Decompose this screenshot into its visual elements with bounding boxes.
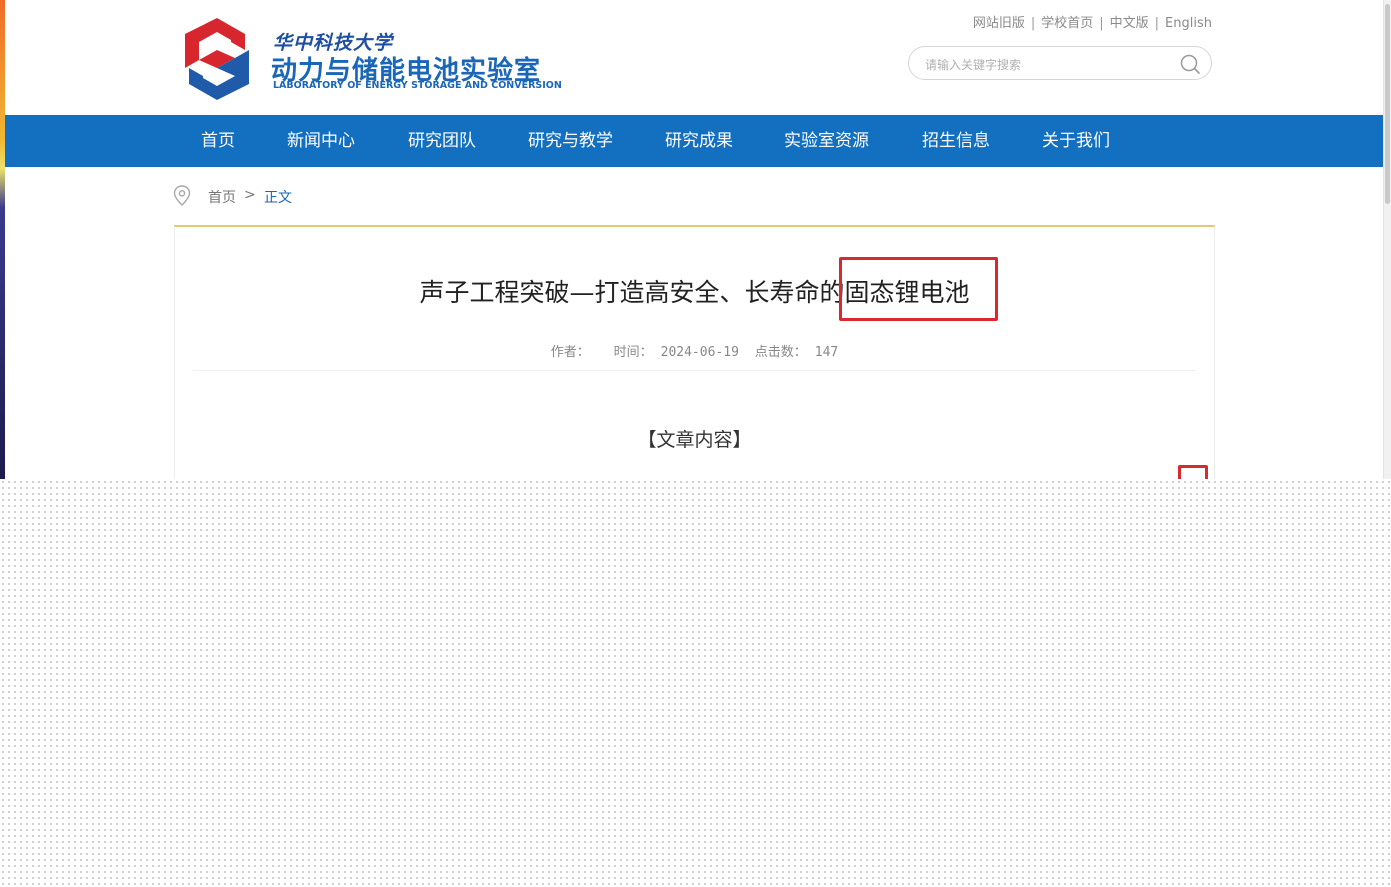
main-nav: 首页 新闻中心 研究团队 研究与教学 研究成果 实验室资源 招生信息 关于我们 — [5, 115, 1384, 167]
lab-logo-icon — [185, 18, 249, 100]
nav-item-home[interactable]: 首页 — [201, 115, 235, 167]
meta-author-label: 作者： — [550, 345, 590, 360]
nav-item-about[interactable]: 关于我们 — [1042, 115, 1110, 167]
scrollbar-thumb[interactable] — [1385, 4, 1390, 204]
top-link-chinese[interactable]: 中文版 — [1110, 16, 1149, 31]
nav-item-news[interactable]: 新闻中心 — [287, 115, 355, 167]
unloaded-region — [0, 479, 1391, 887]
article-meta: 作者： 时间： 2024-06-19 点击数： 147 — [175, 341, 1214, 360]
top-link-english[interactable]: English — [1165, 16, 1212, 31]
page-scrollbar[interactable] — [1383, 0, 1391, 495]
search-box — [908, 46, 1212, 80]
search-icon[interactable] — [1179, 53, 1201, 75]
search-input[interactable] — [923, 54, 1167, 76]
top-link-separator: | — [1030, 16, 1036, 31]
article-panel: 声子工程突破—打造高安全、长寿命的固态锂电池 作者： 时间： 2024-06-19… — [174, 225, 1215, 498]
location-pin-icon — [173, 185, 191, 206]
nav-item-team[interactable]: 研究团队 — [408, 115, 476, 167]
title-highlight-box — [839, 257, 998, 321]
nav-item-resources[interactable]: 实验室资源 — [784, 115, 869, 167]
logo-lab-name-en: LABORATORY OF ENERGY STORAGE AND CONVERS… — [273, 80, 562, 91]
nav-item-results[interactable]: 研究成果 — [665, 115, 733, 167]
top-link-separator: | — [1099, 16, 1104, 31]
breadcrumb-current: 正文 — [264, 190, 292, 206]
meta-views: 147 — [814, 345, 839, 360]
meta-time: 2024-06-19 — [660, 345, 739, 360]
top-link-old-site[interactable]: 网站旧版 — [973, 16, 1025, 31]
site-header: 华中科技大学 动力与储能电池实验室 LABORATORY OF ENERGY S… — [5, 0, 1384, 115]
site-logo[interactable]: 华中科技大学 动力与储能电池实验室 LABORATORY OF ENERGY S… — [185, 14, 562, 104]
meta-time-label: 时间： — [613, 345, 653, 360]
meta-divider — [193, 370, 1196, 371]
content-heading: 【文章内容】 — [637, 429, 752, 451]
top-links: 网站旧版 | 学校首页 | 中文版 | English — [973, 12, 1212, 31]
top-link-school-home[interactable]: 学校首页 — [1041, 16, 1093, 31]
breadcrumb-separator: > — [244, 187, 256, 203]
nav-item-research-teaching[interactable]: 研究与教学 — [528, 115, 613, 167]
breadcrumb-home-link[interactable]: 首页 — [208, 187, 236, 207]
meta-views-label: 点击数： — [754, 345, 807, 360]
top-link-separator: | — [1154, 16, 1160, 31]
nav-item-admissions[interactable]: 招生信息 — [922, 115, 990, 167]
article-title: 声子工程突破—打造高安全、长寿命的固态锂电池 — [419, 278, 970, 307]
